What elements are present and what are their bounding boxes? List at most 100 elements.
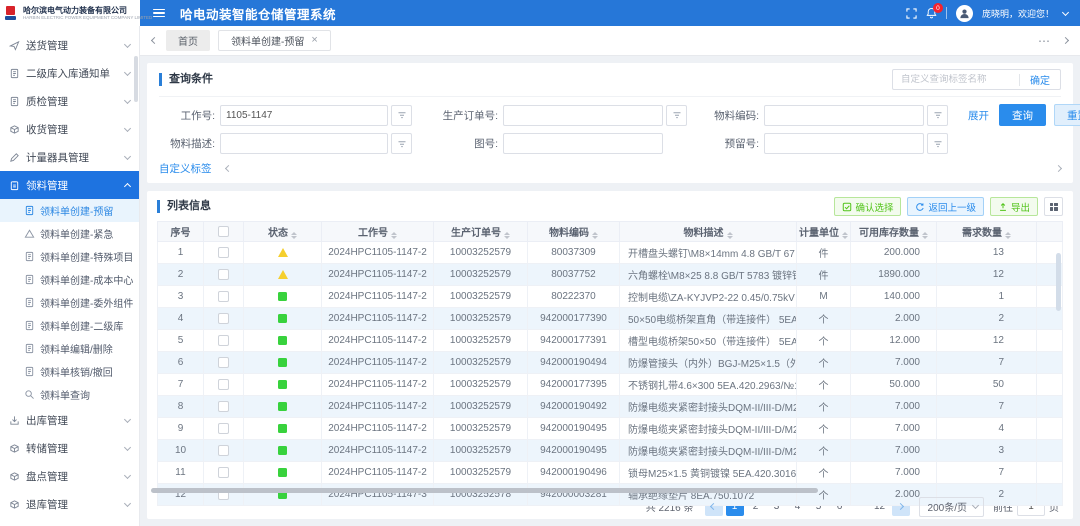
sidebar-item[interactable]: 二级库入库通知单	[0, 59, 139, 87]
row-checkbox[interactable]	[218, 247, 229, 258]
tabs-more-icon[interactable]: ⋯	[1038, 34, 1051, 48]
reserve-no-field-group: 预留号:	[707, 133, 948, 154]
column-label: 工作号	[358, 228, 388, 239]
sort-icon[interactable]	[727, 232, 733, 240]
sort-icon[interactable]	[291, 232, 297, 240]
sort-icon[interactable]	[842, 232, 848, 240]
column-header-material_desc[interactable]: 物料描述	[620, 222, 797, 242]
confirm-tag-button[interactable]: 确定	[1020, 72, 1060, 87]
work-no-input[interactable]	[220, 105, 388, 126]
sort-icon[interactable]	[592, 232, 598, 240]
tabs-scroll-right-icon[interactable]	[1062, 37, 1069, 44]
row-checkbox[interactable]	[218, 401, 229, 412]
column-header-demand_qty[interactable]: 需求数量	[937, 222, 1037, 242]
column-header-status[interactable]: 状态	[244, 222, 322, 242]
sidebar-subitem[interactable]: 领料单创建-二级库	[0, 314, 139, 337]
sort-icon[interactable]	[504, 232, 510, 240]
row-checkbox[interactable]	[218, 467, 229, 478]
sidebar-item[interactable]: 出库管理	[0, 406, 139, 434]
column-header-material_code[interactable]: 物料编码	[528, 222, 620, 242]
table-row[interactable]: 102024HPC1105-1147-210003252579942000190…	[158, 440, 1063, 462]
sidebar-subitem[interactable]: 领料单创建-成本中心	[0, 268, 139, 291]
page-size-select[interactable]: 200条/页	[919, 497, 984, 517]
table-row[interactable]: 92024HPC1105-1147-2100032525799420001904…	[158, 418, 1063, 440]
sidebar-item[interactable]: 送货管理	[0, 31, 139, 59]
tab-home[interactable]: 首页	[166, 30, 210, 51]
row-checkbox[interactable]	[218, 291, 229, 302]
tags-scroll-left-icon[interactable]	[224, 165, 231, 172]
table-row[interactable]: 32024HPC1105-1147-21000325257980222370控制…	[158, 286, 1063, 308]
select-all-checkbox[interactable]	[218, 226, 229, 237]
vertical-scrollbar[interactable]	[1056, 253, 1061, 311]
row-checkbox[interactable]	[218, 423, 229, 434]
sidebar-item[interactable]: 盘点管理	[0, 462, 139, 490]
drawing-no-input[interactable]	[503, 133, 663, 154]
sidebar-subitem[interactable]: 领料单编辑/删除	[0, 337, 139, 360]
filter-button[interactable]	[391, 133, 412, 154]
sidebar-item[interactable]: 退库管理	[0, 490, 139, 518]
sidebar-item[interactable]: 领料管理	[0, 171, 139, 199]
sidebar-item[interactable]: 计量器具管理	[0, 143, 139, 171]
close-tab-icon[interactable]: ×	[311, 35, 317, 46]
column-header-stock_qty[interactable]: 可用库存数量	[851, 222, 937, 242]
tab-material-requisition[interactable]: 领料单创建-预留×	[218, 30, 331, 51]
company-name: 哈尔滨电气动力装备有限公司	[23, 6, 152, 15]
material-code-input[interactable]	[764, 105, 924, 126]
tags-scroll-right-icon[interactable]	[1055, 165, 1062, 172]
export-button[interactable]: 导出	[990, 197, 1038, 216]
column-header-work_no[interactable]: 工作号	[322, 222, 434, 242]
reset-button[interactable]: 重置	[1054, 104, 1080, 126]
back-to-parent-button[interactable]: 返回上一级	[907, 197, 984, 216]
sidebar-subitem[interactable]: 领料单创建-特殊项目	[0, 245, 139, 268]
fullscreen-icon[interactable]	[906, 8, 917, 19]
sidebar-item[interactable]: 质检管理	[0, 87, 139, 115]
column-settings-button[interactable]	[1044, 197, 1063, 216]
tabs-scroll-left-icon[interactable]	[152, 38, 157, 43]
sidebar-scrollbar[interactable]	[134, 56, 138, 102]
row-checkbox[interactable]	[218, 357, 229, 368]
sidebar-subitem[interactable]: 领料单创建-预留	[0, 199, 139, 222]
sort-icon[interactable]	[391, 232, 397, 240]
table-row[interactable]: 42024HPC1105-1147-2100032525799420001773…	[158, 308, 1063, 330]
material-desc-input[interactable]	[220, 133, 388, 154]
row-checkbox[interactable]	[218, 379, 229, 390]
filter-button[interactable]	[666, 105, 687, 126]
expand-link[interactable]: 展开	[968, 108, 989, 123]
table-row[interactable]: 22024HPC1105-1147-21000325257980037752六角…	[158, 264, 1063, 286]
reserve-no-input[interactable]	[764, 133, 924, 154]
filter-button[interactable]	[927, 105, 948, 126]
custom-tags-link[interactable]: 自定义标签	[159, 161, 212, 176]
row-checkbox[interactable]	[218, 445, 229, 456]
sidebar-item[interactable]: 收货管理	[0, 115, 139, 143]
table-row[interactable]: 12024HPC1105-1147-21000325257980037309开槽…	[158, 242, 1063, 264]
avatar[interactable]	[956, 5, 973, 22]
sidebar-item-label: 质检管理	[26, 94, 68, 109]
table-row[interactable]: 112024HPC1105-1147-210003252579942000190…	[158, 462, 1063, 484]
production-order-no-input[interactable]	[503, 105, 663, 126]
horizontal-scrollbar[interactable]	[151, 488, 818, 493]
notification-bell-icon[interactable]: 0	[926, 7, 937, 19]
table-row[interactable]: 62024HPC1105-1147-2100032525799420001904…	[158, 352, 1063, 374]
sort-icon[interactable]	[1005, 232, 1011, 240]
table-row[interactable]: 52024HPC1105-1147-2100032525799420001773…	[158, 330, 1063, 352]
row-checkbox[interactable]	[218, 313, 229, 324]
row-checkbox[interactable]	[218, 269, 229, 280]
filter-button[interactable]	[927, 133, 948, 154]
sidebar-subitem[interactable]: 领料单核销/撤回	[0, 360, 139, 383]
custom-tag-input[interactable]	[893, 74, 1019, 85]
table-row[interactable]: 72024HPC1105-1147-2100032525799420001773…	[158, 374, 1063, 396]
column-header-unit[interactable]: 计量单位	[797, 222, 851, 242]
table-row[interactable]: 82024HPC1105-1147-2100032525799420001904…	[158, 396, 1063, 418]
confirm-selection-button[interactable]: 确认选择	[834, 197, 901, 216]
sidebar-subitem[interactable]: 领料单查询	[0, 383, 139, 406]
search-button[interactable]: 查询	[999, 104, 1046, 126]
column-header-order_no[interactable]: 生产订单号	[434, 222, 528, 242]
filter-button[interactable]	[391, 105, 412, 126]
sidebar-subitem[interactable]: 领料单创建-委外组件	[0, 291, 139, 314]
sort-icon[interactable]	[922, 232, 928, 240]
row-checkbox[interactable]	[218, 335, 229, 346]
sidebar-item[interactable]: 转储管理	[0, 434, 139, 462]
user-menu-chevron-down-icon[interactable]	[1062, 8, 1069, 15]
sidebar-collapse-icon[interactable]	[153, 9, 165, 18]
sidebar-subitem[interactable]: 领料单创建-紧急	[0, 222, 139, 245]
